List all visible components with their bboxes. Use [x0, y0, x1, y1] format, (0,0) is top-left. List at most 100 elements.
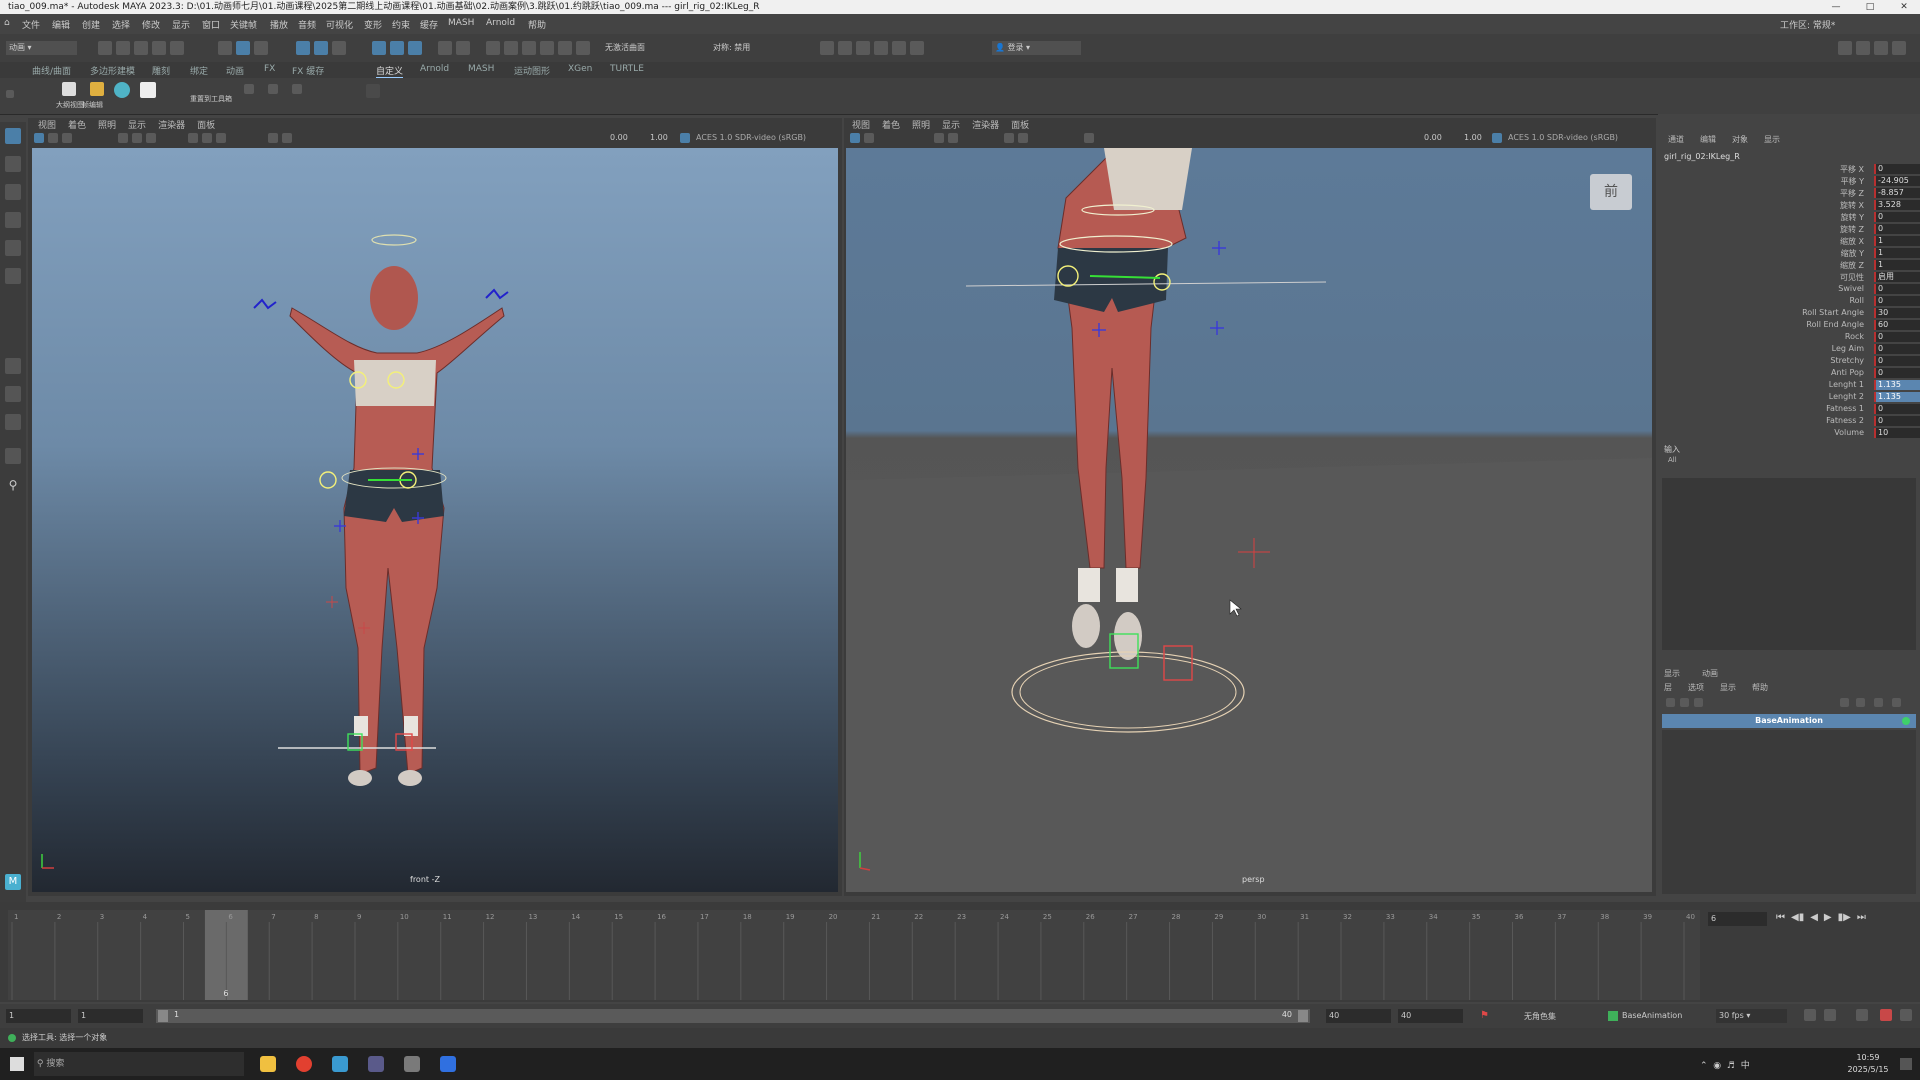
frame-shelf-icon[interactable]: [90, 82, 104, 96]
grid-toggle-icon[interactable]: [118, 133, 128, 143]
film-gate-icon-right[interactable]: [948, 133, 958, 143]
fps-dropdown[interactable]: 30 fps ▾: [1716, 1009, 1787, 1023]
vp-left-menu-show[interactable]: 显示: [128, 121, 146, 131]
graph-icon[interactable]: [856, 41, 870, 55]
playback-end-field[interactable]: 40: [1326, 1009, 1391, 1023]
outliner-layout-icon[interactable]: [5, 448, 21, 464]
shelf-tab-fx[interactable]: FX: [264, 64, 275, 74]
tab-show[interactable]: 显示: [1764, 135, 1780, 144]
shelf-tab-curves[interactable]: 曲线/曲面: [32, 64, 71, 77]
vp-right-menu-renderer[interactable]: 渲染器: [972, 121, 999, 131]
step-back-key-icon[interactable]: ◀▮: [1791, 912, 1804, 923]
history-icon[interactable]: [456, 41, 470, 55]
attr-row[interactable]: 缩放 Z1: [1658, 260, 1920, 272]
character-set-dropdown[interactable]: 无角色集: [1524, 1011, 1556, 1022]
menu-cache[interactable]: 缓存: [420, 18, 438, 31]
shelf-tab-motion-graphics[interactable]: 运动图形: [514, 64, 550, 77]
menu-window[interactable]: 窗口: [202, 18, 220, 31]
play-icon[interactable]: ▶: [1824, 912, 1832, 923]
viewcube[interactable]: 前: [1590, 174, 1632, 210]
attr-row[interactable]: 缩放 X1: [1658, 236, 1920, 248]
tab-edit[interactable]: 编辑: [1700, 135, 1716, 144]
home-icon[interactable]: ⌂: [4, 18, 10, 28]
editor-icon[interactable]: [892, 41, 906, 55]
attr-row[interactable]: Lenght 1 1.135: [1658, 380, 1920, 392]
step-back-icon[interactable]: ◀: [1810, 912, 1818, 923]
vp-right-menu-show[interactable]: 显示: [942, 121, 960, 131]
attr-row[interactable]: Fatness 10: [1658, 404, 1920, 416]
shelf-tab-rigging[interactable]: 绑定: [190, 64, 208, 77]
attr-row[interactable]: Fatness 20: [1658, 416, 1920, 428]
lock-icon[interactable]: [438, 41, 452, 55]
login-dropdown[interactable]: 👤 登录 ▾: [992, 41, 1081, 55]
viewport-persp[interactable]: 前 persp: [846, 148, 1652, 892]
inputs-value[interactable]: All: [1668, 456, 1677, 464]
symmetry-dropdown[interactable]: 对称: 禁用: [710, 41, 793, 55]
grid-toggle-icon-right[interactable]: [934, 133, 944, 143]
tray-expand-icon[interactable]: ⌃: [1700, 1061, 1708, 1071]
vp-left-menu-panels[interactable]: 面板: [197, 121, 215, 131]
select-hierarchy-icon[interactable]: [218, 41, 232, 55]
display-icon[interactable]: [838, 41, 852, 55]
light-editor-icon[interactable]: [576, 41, 590, 55]
menu-select[interactable]: 选择: [112, 18, 130, 31]
close-icon[interactable]: ✕: [1894, 0, 1914, 14]
render-icon[interactable]: [486, 41, 500, 55]
render-setup-icon[interactable]: [558, 41, 572, 55]
anim-layer-dropdown[interactable]: BaseAnimation: [1622, 1011, 1682, 1020]
app-taskbar-icon-3[interactable]: [440, 1056, 456, 1072]
snap-curve-icon[interactable]: [314, 41, 328, 55]
cache-playback-icon[interactable]: [1824, 1009, 1836, 1021]
color-management-icon[interactable]: [680, 133, 690, 143]
select-component-icon[interactable]: [254, 41, 268, 55]
menu-mash[interactable]: MASH: [448, 18, 474, 28]
smooth-shade-icon-right[interactable]: [1018, 133, 1028, 143]
ime-indicator[interactable]: 中: [1741, 1061, 1750, 1071]
vp-left-gamma[interactable]: 1.00: [650, 133, 668, 142]
end-time-field[interactable]: 40: [1398, 1009, 1463, 1023]
single-view-icon[interactable]: [5, 358, 21, 374]
new-layer-selected-icon[interactable]: [1680, 698, 1689, 707]
attr-row[interactable]: Lenght 2 1.135: [1658, 392, 1920, 404]
taskbar-clock[interactable]: 10:59 2025/5/15: [1840, 1052, 1896, 1076]
menu-deform[interactable]: 变形: [364, 18, 382, 31]
outliner-icon[interactable]: [874, 41, 888, 55]
tab-channels[interactable]: 通道: [1668, 135, 1684, 144]
selected-node-name[interactable]: girl_rig_02:IKLeg_R: [1664, 152, 1740, 161]
go-to-end-icon[interactable]: ⏭: [1857, 912, 1866, 923]
hypershade-icon[interactable]: [540, 41, 554, 55]
chrome-icon[interactable]: [296, 1056, 312, 1072]
shelf-tab-polygon[interactable]: 多边形建模: [90, 64, 135, 77]
settings-icon[interactable]: [1900, 1009, 1912, 1021]
start-time-field[interactable]: 1: [6, 1009, 71, 1023]
isolate-icon[interactable]: [282, 133, 292, 143]
anim-prefs-icon[interactable]: [1880, 1009, 1892, 1021]
current-frame-field[interactable]: 6: [1708, 912, 1767, 926]
shelf-tab-custom[interactable]: 自定义: [376, 64, 404, 78]
vp-right-gamma[interactable]: 1.00: [1464, 133, 1482, 142]
layer-tab-anim[interactable]: 动画: [1702, 669, 1718, 678]
textured-icon[interactable]: [216, 133, 226, 143]
menu-arnold[interactable]: Arnold: [486, 18, 515, 28]
attr-row[interactable]: 平移 Z -8.857: [1658, 188, 1920, 200]
move-tool-icon[interactable]: [5, 212, 21, 228]
undo-icon[interactable]: [152, 41, 166, 55]
attr-row[interactable]: 旋转 Z0: [1658, 224, 1920, 236]
auto-key-icon[interactable]: ⚑: [1480, 1010, 1489, 1021]
layer-menu-help[interactable]: 帮助: [1752, 683, 1768, 692]
mode-dropdown[interactable]: 动画 ▾: [6, 41, 77, 55]
vp-left-menu-renderer[interactable]: 渲染器: [158, 121, 185, 131]
vp-left-exposure[interactable]: 0.00: [610, 133, 628, 142]
layer-active-indicator-icon[interactable]: [1902, 717, 1910, 725]
menu-modify[interactable]: 修改: [142, 18, 160, 31]
xray-icon[interactable]: [268, 133, 278, 143]
pause-icon[interactable]: [910, 41, 924, 55]
snap-point-icon[interactable]: [332, 41, 346, 55]
minimize-icon[interactable]: —: [1826, 0, 1846, 14]
vp-right-menu-panels[interactable]: 面板: [1011, 121, 1029, 131]
layer-tab-display[interactable]: 显示: [1664, 669, 1680, 678]
outliner-shelf-icon[interactable]: [62, 82, 76, 96]
attr-row[interactable]: Stretchy 0: [1658, 356, 1920, 368]
range-handle-end-icon[interactable]: [1298, 1010, 1308, 1022]
resolution-gate-icon[interactable]: [146, 133, 156, 143]
